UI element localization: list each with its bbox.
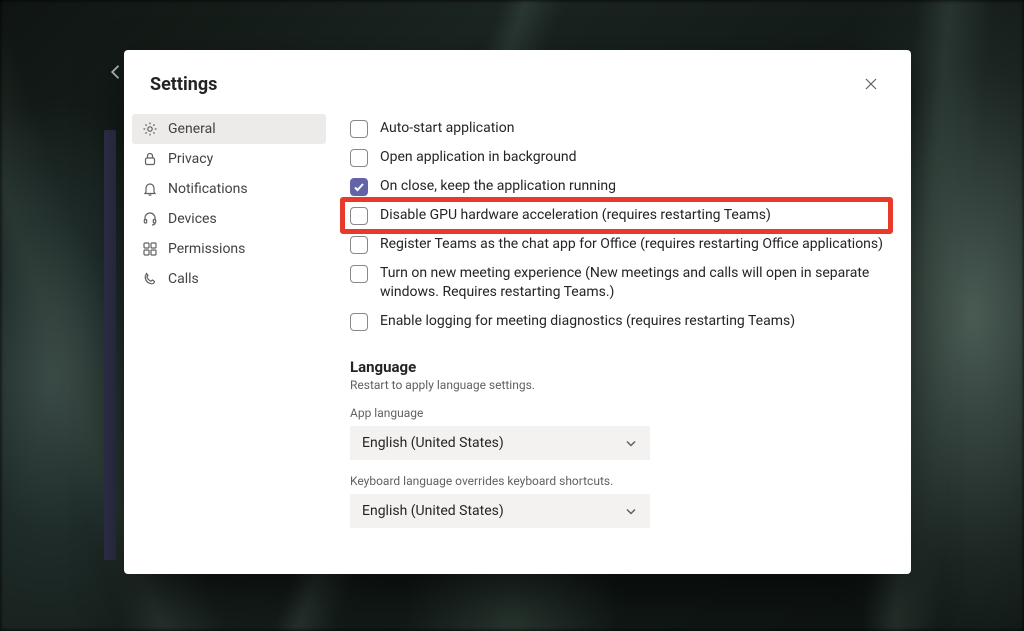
headset-icon — [142, 211, 158, 227]
language-heading: Language — [350, 358, 887, 376]
language-subheading: Restart to apply language settings. — [350, 378, 887, 392]
close-button[interactable] — [857, 70, 885, 98]
gear-icon — [142, 121, 158, 137]
option-label: Register Teams as the chat app for Offic… — [380, 235, 883, 254]
checkbox-enable-logging[interactable] — [350, 313, 368, 331]
modal-body: General Privacy Notifications Devices — [124, 108, 911, 574]
chevron-down-icon — [624, 504, 638, 518]
option-open-background: Open application in background — [350, 143, 887, 172]
checkbox-new-meeting-exp[interactable] — [350, 265, 368, 283]
app-back-chevron — [106, 62, 126, 82]
option-register-chat-app: Register Teams as the chat app for Offic… — [350, 230, 887, 259]
option-label: Disable GPU hardware acceleration (requi… — [380, 206, 771, 225]
option-label: Open application in background — [380, 148, 577, 167]
modal-title: Settings — [150, 74, 217, 95]
app-language-select[interactable]: English (United States) — [350, 426, 650, 460]
settings-modal: Settings General Privacy — [124, 50, 911, 574]
checkbox-keep-running[interactable] — [350, 178, 368, 196]
keyboard-language-value: English (United States) — [362, 503, 504, 519]
sidebar-item-label: Devices — [168, 211, 217, 227]
phone-icon — [142, 271, 158, 287]
option-auto-start: Auto-start application — [350, 114, 887, 143]
option-keep-running: On close, keep the application running — [350, 172, 887, 201]
app-language-value: English (United States) — [362, 435, 504, 451]
settings-sidebar: General Privacy Notifications Devices — [124, 108, 334, 574]
sidebar-item-label: General — [168, 121, 216, 137]
modal-header: Settings — [124, 50, 911, 108]
checkbox-open-background[interactable] — [350, 149, 368, 167]
checkbox-register-chat-app[interactable] — [350, 236, 368, 254]
permissions-icon — [142, 241, 158, 257]
keyboard-language-select[interactable]: English (United States) — [350, 494, 650, 528]
option-label: Auto-start application — [380, 119, 514, 138]
sidebar-item-permissions[interactable]: Permissions — [132, 234, 326, 264]
sidebar-item-devices[interactable]: Devices — [132, 204, 326, 234]
sidebar-item-label: Notifications — [168, 181, 248, 197]
bell-icon — [142, 181, 158, 197]
checkbox-auto-start[interactable] — [350, 120, 368, 138]
option-disable-gpu: Disable GPU hardware acceleration (requi… — [350, 201, 887, 230]
option-enable-logging: Enable logging for meeting diagnostics (… — [350, 307, 887, 336]
sidebar-item-label: Permissions — [168, 241, 245, 257]
lock-icon — [142, 151, 158, 167]
keyboard-language-label: Keyboard language overrides keyboard sho… — [350, 474, 887, 488]
app-language-label: App language — [350, 406, 887, 420]
sidebar-item-privacy[interactable]: Privacy — [132, 144, 326, 174]
close-icon — [864, 77, 878, 91]
sidebar-item-calls[interactable]: Calls — [132, 264, 326, 294]
checkbox-disable-gpu[interactable] — [350, 207, 368, 225]
option-new-meeting-exp: Turn on new meeting experience (New meet… — [350, 259, 887, 307]
settings-content: Auto-start application Open application … — [334, 108, 911, 574]
chevron-down-icon — [624, 436, 638, 450]
sidebar-item-notifications[interactable]: Notifications — [132, 174, 326, 204]
sidebar-item-label: Calls — [168, 271, 199, 287]
option-label: Enable logging for meeting diagnostics (… — [380, 312, 795, 331]
sidebar-item-label: Privacy — [168, 151, 213, 167]
option-label: Turn on new meeting experience (New meet… — [380, 264, 887, 302]
sidebar-item-general[interactable]: General — [132, 114, 326, 144]
app-left-rail-hint — [104, 130, 116, 560]
option-label: On close, keep the application running — [380, 177, 616, 196]
